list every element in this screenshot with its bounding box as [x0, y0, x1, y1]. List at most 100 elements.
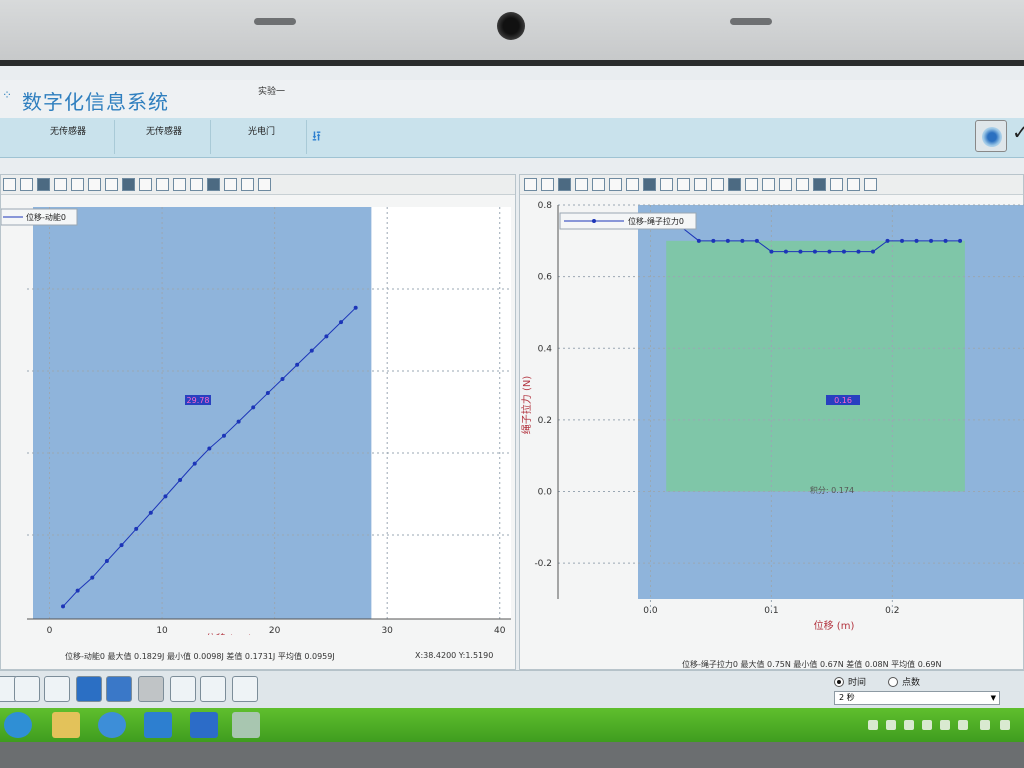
chart-tool-button[interactable]: [3, 178, 16, 191]
chart-tool-button[interactable]: [694, 178, 707, 191]
sampling-interval-select[interactable]: 2 秒 ▼: [834, 691, 1000, 705]
chart-tool-button[interactable]: [762, 178, 775, 191]
tray-icon[interactable]: [868, 720, 878, 730]
save-icon[interactable]: [200, 676, 226, 702]
check-icon[interactable]: ✓: [1012, 120, 1024, 152]
chart-tool-button[interactable]: [660, 178, 673, 191]
sensor-slot-3[interactable]: 光电门: [248, 124, 275, 137]
x-tick-label: 20: [269, 626, 281, 635]
chart-tool-button[interactable]: [139, 178, 152, 191]
chart-tool-button[interactable]: [643, 178, 656, 191]
tray-icon[interactable]: [922, 720, 932, 730]
network-icon[interactable]: [1000, 720, 1010, 730]
data-point: [236, 419, 241, 424]
pen-icon[interactable]: [14, 676, 40, 702]
chart-tool-button[interactable]: [71, 178, 84, 191]
chart-tool-button[interactable]: [813, 178, 826, 191]
chart-tool-button[interactable]: [37, 178, 50, 191]
data-point: [178, 478, 183, 482]
chart-tool-button[interactable]: [241, 178, 254, 191]
laptop-bezel: [0, 0, 1024, 60]
tray-icon[interactable]: [940, 720, 950, 730]
data-point: [900, 238, 905, 243]
y-tick-label: 0.2: [538, 416, 552, 426]
cursor-coordinates: X:38.4200 Y:1.5190: [415, 651, 494, 660]
data-point: [192, 461, 197, 466]
chart-tool-button[interactable]: [156, 178, 169, 191]
app-icon[interactable]: [232, 712, 260, 738]
ie-icon[interactable]: [144, 712, 172, 738]
chart-tool-button[interactable]: [524, 178, 537, 191]
data-point: [754, 238, 759, 243]
sensor-slot-1[interactable]: 无传感器: [50, 124, 86, 137]
data-point: [251, 405, 256, 410]
chart-tool-button[interactable]: [88, 178, 101, 191]
table-icon[interactable]: [44, 676, 70, 702]
data-point: [61, 604, 66, 609]
points-radio[interactable]: [888, 677, 898, 687]
data-point: [295, 362, 300, 367]
tray-icon[interactable]: [886, 720, 896, 730]
chart-tool-button[interactable]: [207, 178, 220, 191]
usb-icon: ⭿: [312, 129, 322, 145]
chart-tool-button[interactable]: [258, 178, 271, 191]
data-point: [914, 238, 919, 243]
chart-tool-button[interactable]: [711, 178, 724, 191]
chart-toolbar: [1, 175, 515, 195]
chart-tool-button[interactable]: [122, 178, 135, 191]
y-tick-label: 0.6: [538, 273, 553, 283]
chart-tool-button[interactable]: [864, 178, 877, 191]
chart-tool-button[interactable]: [541, 178, 554, 191]
data-point: [280, 376, 285, 381]
app-title: 数字化信息系统: [22, 90, 169, 114]
experiment-tab[interactable]: 实验一: [258, 84, 285, 97]
rope-tension-chart[interactable]: -0.2 0.0 0.2 0.4 0.6 0.8 0.0 0.1 0.2 0.16 积分: 0.17…: [520, 195, 1024, 635]
chart-tool-button[interactable]: [847, 178, 860, 191]
kinetic-energy-chart[interactable]: 0 10 20 30 40 29.78 位移 (cm) 位移-动能0: [1, 195, 517, 635]
browser-icon[interactable]: [98, 712, 126, 738]
time-radio[interactable]: [834, 677, 844, 687]
eye-button[interactable]: [975, 120, 1007, 152]
word-icon[interactable]: [190, 712, 218, 738]
annotation-label: 29.78: [187, 396, 210, 405]
chart-tool-button[interactable]: [677, 178, 690, 191]
x-tick-label: 0.1: [764, 606, 778, 616]
volume-icon[interactable]: [980, 720, 990, 730]
chart-tool-button[interactable]: [609, 178, 622, 191]
bottom-toolbar: 时间 点数 2 秒 ▼: [0, 670, 1024, 708]
legend-marker: [592, 219, 596, 223]
data-point: [812, 249, 817, 254]
stop-icon[interactable]: [138, 676, 164, 702]
chart-tool-button[interactable]: [728, 178, 741, 191]
chart-tool-button[interactable]: [779, 178, 792, 191]
data-point: [798, 249, 803, 254]
chart-tool-button[interactable]: [173, 178, 186, 191]
eraser-icon[interactable]: [170, 676, 196, 702]
bezel-slot: [730, 18, 772, 25]
data-point: [929, 238, 934, 243]
play-icon[interactable]: [76, 676, 102, 702]
data-point: [885, 238, 890, 243]
chart-tool-button[interactable]: [558, 178, 571, 191]
chart-tool-button[interactable]: [105, 178, 118, 191]
left-chart-stats: 位移-动能0 最大值 0.1829J 最小值 0.0098J 差值 0.1731…: [65, 652, 335, 661]
chart-tool-button[interactable]: [796, 178, 809, 191]
sensor-slot-2[interactable]: 无传感器: [146, 124, 182, 137]
chart-tool-button[interactable]: [592, 178, 605, 191]
tray-icon[interactable]: [904, 720, 914, 730]
chart-tool-button[interactable]: [830, 178, 843, 191]
globe-icon[interactable]: [106, 676, 132, 702]
start-icon[interactable]: [4, 712, 32, 738]
divider: [114, 120, 115, 154]
chart-tool-button[interactable]: [190, 178, 203, 191]
chart-tool-button[interactable]: [224, 178, 237, 191]
refresh-icon[interactable]: [232, 676, 258, 702]
chart-tool-button[interactable]: [575, 178, 588, 191]
tray-icon[interactable]: [958, 720, 968, 730]
chart-tool-button[interactable]: [626, 178, 639, 191]
y-tick-label: -0.2: [534, 559, 552, 569]
chart-tool-button[interactable]: [745, 178, 758, 191]
chart-tool-button[interactable]: [20, 178, 33, 191]
chart-tool-button[interactable]: [54, 178, 67, 191]
folder-icon[interactable]: [52, 712, 80, 738]
